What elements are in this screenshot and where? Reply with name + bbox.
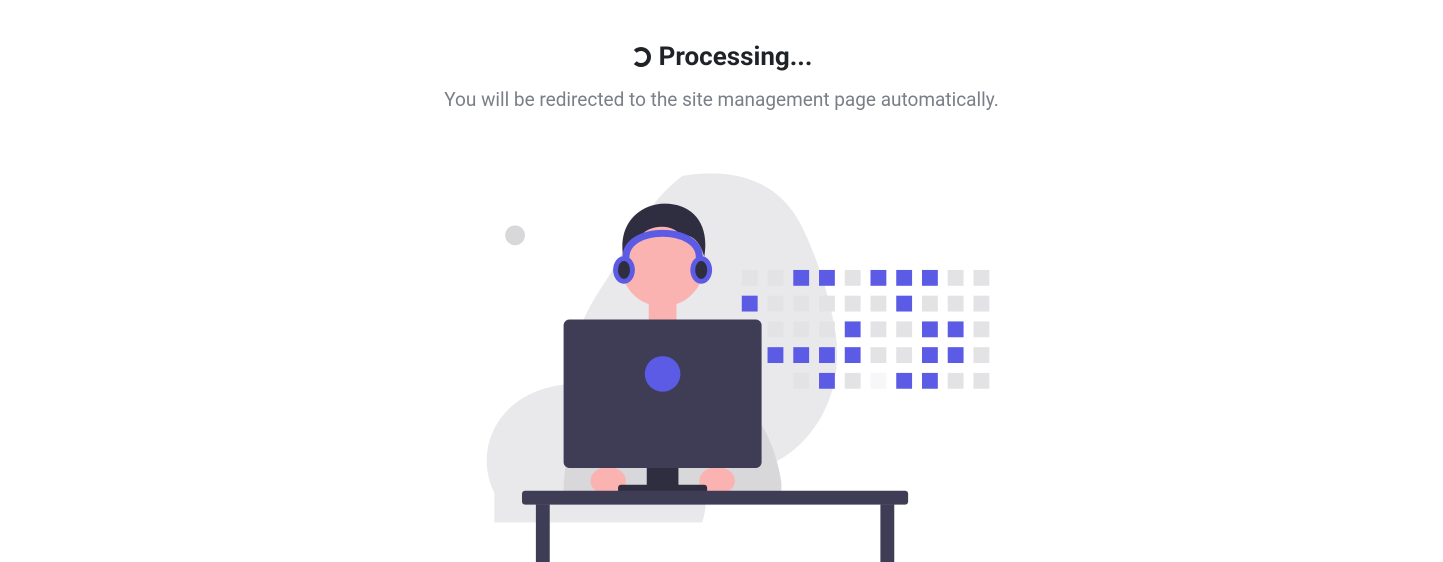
processing-title: Processing...	[659, 42, 813, 72]
processing-subtitle: You will be redirected to the site manag…	[444, 88, 999, 111]
worker-illustration	[442, 166, 1002, 562]
status-header: Processing...	[631, 42, 813, 72]
spinner-icon	[631, 47, 651, 67]
